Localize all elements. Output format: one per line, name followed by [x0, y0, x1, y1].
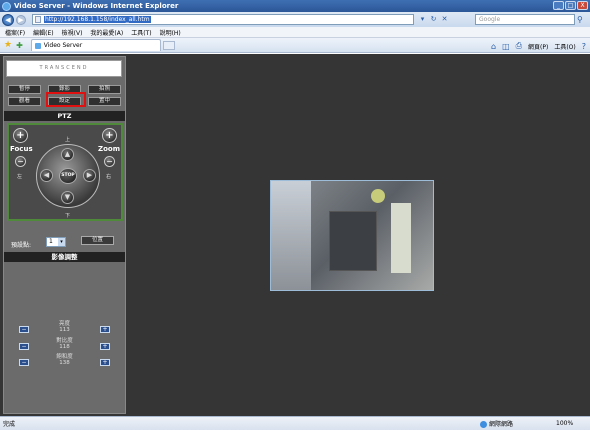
zone-label: 網際網路 — [489, 421, 514, 428]
dropdown-icon[interactable]: ▾ — [418, 15, 427, 24]
menu-help[interactable]: 說明(H) — [160, 28, 181, 37]
search-icon[interactable]: ⚲ — [577, 14, 583, 25]
settings-highlight-box — [46, 92, 86, 107]
back-button[interactable]: ◀ — [2, 13, 14, 26]
preset-label: 預設點: — [11, 242, 32, 249]
pan-right-button[interactable]: ▶ — [83, 169, 96, 182]
brand-logo: TRANSCEND — [6, 60, 122, 77]
up-label: 上 — [65, 137, 71, 143]
forward-button[interactable]: ▶ — [16, 14, 26, 25]
brightness-minus-button[interactable]: − — [19, 326, 29, 333]
tools-menu[interactable]: 工具(O) — [554, 42, 575, 51]
minimize-button[interactable]: _ — [553, 1, 564, 10]
focus-plus-button[interactable]: + — [13, 128, 28, 143]
menu-file[interactable]: 檔案(F) — [5, 28, 25, 37]
playback-button[interactable]: 觀看 — [8, 97, 41, 106]
menu-edit[interactable]: 編輯(E) — [33, 28, 53, 37]
refresh-icon[interactable]: ↻ — [429, 15, 438, 24]
menu-view[interactable]: 檢視(V) — [62, 28, 83, 37]
add-favorite-icon[interactable]: ✚ — [16, 41, 23, 50]
close-button[interactable]: X — [577, 1, 588, 10]
menu-favorites[interactable]: 我的最愛(A) — [90, 28, 123, 37]
video-shape — [271, 181, 311, 290]
stop-icon[interactable]: ✕ — [440, 15, 449, 24]
goto-preset-button[interactable]: 位置 — [81, 236, 114, 245]
control-panel: TRANSCEND 暫停 錄影 拍照 觀看 設定 置中 PTZ + + Focu… — [3, 56, 126, 414]
window-controls: _ □ X — [553, 1, 588, 10]
snapshot-button[interactable]: 拍照 — [88, 85, 121, 94]
preset-select[interactable]: 1 ▾ — [46, 237, 66, 247]
tab-bar: ★ ✚ Video Server ⌂ ◫ ⎙ 網頁(P) 工具(O) ? — [0, 38, 590, 53]
focus-label: Focus — [10, 145, 33, 153]
menu-tools[interactable]: 工具(T) — [131, 28, 151, 37]
focus-minus-button[interactable]: − — [15, 156, 26, 167]
page-icon — [35, 16, 41, 23]
down-label: 下 — [65, 213, 71, 219]
url-input[interactable]: http://192.168.1.158/index_all.htm — [32, 14, 414, 25]
saturation-plus-button[interactable]: + — [100, 359, 110, 366]
status-bar: 完成 網際網路 100% — [0, 416, 590, 430]
address-icons: ▾ ↻ ✕ — [418, 15, 449, 24]
ptz-header: PTZ — [4, 111, 125, 121]
pause-button[interactable]: 暫停 — [8, 85, 41, 94]
ptz-joystick: ▲ ▼ ◀ ▶ STOP — [36, 144, 100, 208]
chevron-down-icon: ▾ — [58, 238, 65, 246]
ptz-stop-button[interactable]: STOP — [59, 168, 77, 184]
window-title: Video Server - Windows Internet Explorer — [14, 2, 179, 10]
video-feed — [270, 180, 434, 291]
ptz-control-box: + + Focus Zoom − − 上 下 左 右 ▲ ▼ ◀ ▶ STOP — [7, 123, 123, 221]
page-content: TRANSCEND 暫停 錄影 拍照 觀看 設定 置中 PTZ + + Focu… — [0, 54, 590, 416]
left-label: 左 — [17, 174, 23, 180]
status-text: 完成 — [3, 421, 16, 428]
tab-video-server[interactable]: Video Server — [30, 39, 161, 51]
ie-logo-icon — [2, 1, 11, 11]
pan-down-button[interactable]: ▼ — [61, 191, 74, 204]
zoom-label: Zoom — [98, 145, 120, 153]
pan-left-button[interactable]: ◀ — [40, 169, 53, 182]
tab-label: Video Server — [43, 42, 83, 49]
zoom-plus-button[interactable]: + — [102, 128, 117, 143]
video-shape — [371, 189, 385, 203]
saturation-minus-button[interactable]: − — [19, 359, 29, 366]
video-shape — [329, 211, 377, 271]
title-bar: Video Server - Windows Internet Explorer… — [0, 0, 590, 12]
brightness-plus-button[interactable]: + — [100, 326, 110, 333]
menu-bar: 檔案(F) 編輯(E) 檢視(V) 我的最愛(A) 工具(T) 說明(H) — [0, 27, 590, 38]
pan-up-button[interactable]: ▲ — [61, 148, 74, 161]
search-input[interactable]: Google — [475, 14, 575, 25]
security-zone: 網際網路 — [480, 419, 513, 428]
globe-icon — [480, 421, 487, 428]
home-icon[interactable]: ⌂ — [491, 42, 496, 51]
right-label: 右 — [106, 174, 112, 180]
feeds-icon[interactable]: ◫ — [502, 42, 510, 51]
url-text: http://192.168.1.158/index_all.htm — [44, 16, 151, 23]
zoom-minus-button[interactable]: − — [104, 156, 115, 167]
image-adjust-header: 影像調整 — [4, 252, 125, 262]
help-icon[interactable]: ? — [582, 42, 586, 51]
command-bar: ⌂ ◫ ⎙ 網頁(P) 工具(O) ? — [491, 41, 586, 51]
tab-favicon-icon — [34, 42, 41, 49]
contrast-plus-button[interactable]: + — [100, 343, 110, 350]
print-icon[interactable]: ⎙ — [516, 41, 522, 51]
preset-value: 1 — [49, 238, 53, 245]
video-shape — [391, 203, 411, 273]
new-tab-button[interactable] — [162, 40, 175, 50]
zoom-level[interactable]: 100% — [556, 420, 573, 427]
address-bar: ◀ ▶ http://192.168.1.158/index_all.htm ▾… — [0, 12, 590, 27]
maximize-button[interactable]: □ — [565, 1, 576, 10]
page-menu[interactable]: 網頁(P) — [528, 42, 548, 51]
favorites-star-icon[interactable]: ★ — [4, 40, 12, 50]
fullscreen-button[interactable]: 置中 — [88, 97, 121, 106]
contrast-minus-button[interactable]: − — [19, 343, 29, 350]
